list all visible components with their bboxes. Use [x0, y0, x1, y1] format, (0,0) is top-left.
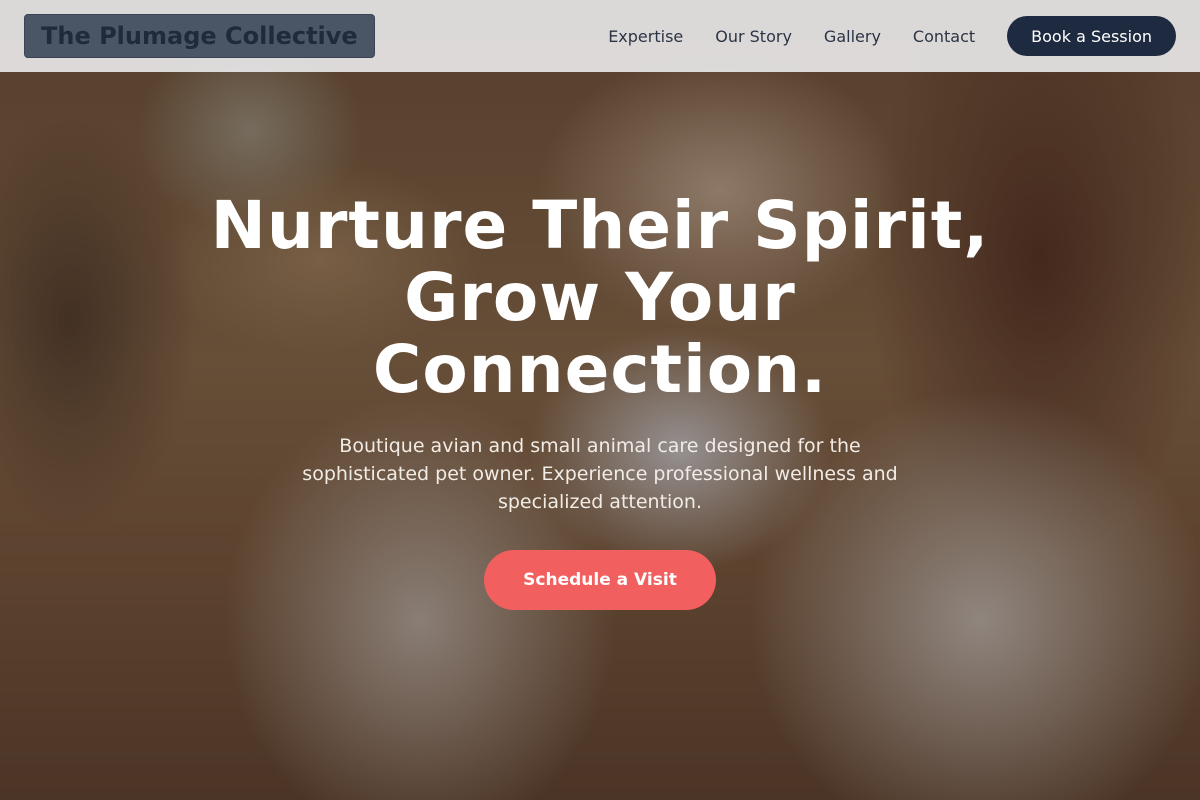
hero-title-line-1: Nurture Their Spirit, [210, 187, 990, 264]
site-header: The Plumage Collective Expertise Our Sto… [0, 0, 1200, 72]
nav-link-our-story[interactable]: Our Story [715, 27, 792, 46]
schedule-visit-button[interactable]: Schedule a Visit [484, 550, 716, 610]
brand-logo[interactable]: The Plumage Collective [24, 14, 375, 58]
nav-link-contact[interactable]: Contact [913, 27, 975, 46]
book-session-button[interactable]: Book a Session [1007, 16, 1176, 56]
hero-title-line-3: Connection. [372, 331, 828, 408]
brand-name: The Plumage Collective [41, 22, 358, 50]
hero-subtitle: Boutique avian and small animal care des… [302, 435, 898, 513]
hero-section: Nurture Their Spirit, Grow Your Connecti… [0, 190, 1200, 610]
main-nav: Expertise Our Story Gallery Contact Book… [608, 16, 1176, 56]
hero-title-line-2: Grow Your [404, 259, 796, 336]
landing-page: The Plumage Collective Expertise Our Sto… [0, 0, 1200, 800]
hero-title: Nurture Their Spirit, Grow Your Connecti… [150, 190, 1050, 406]
nav-link-expertise[interactable]: Expertise [608, 27, 683, 46]
nav-link-gallery[interactable]: Gallery [824, 27, 881, 46]
